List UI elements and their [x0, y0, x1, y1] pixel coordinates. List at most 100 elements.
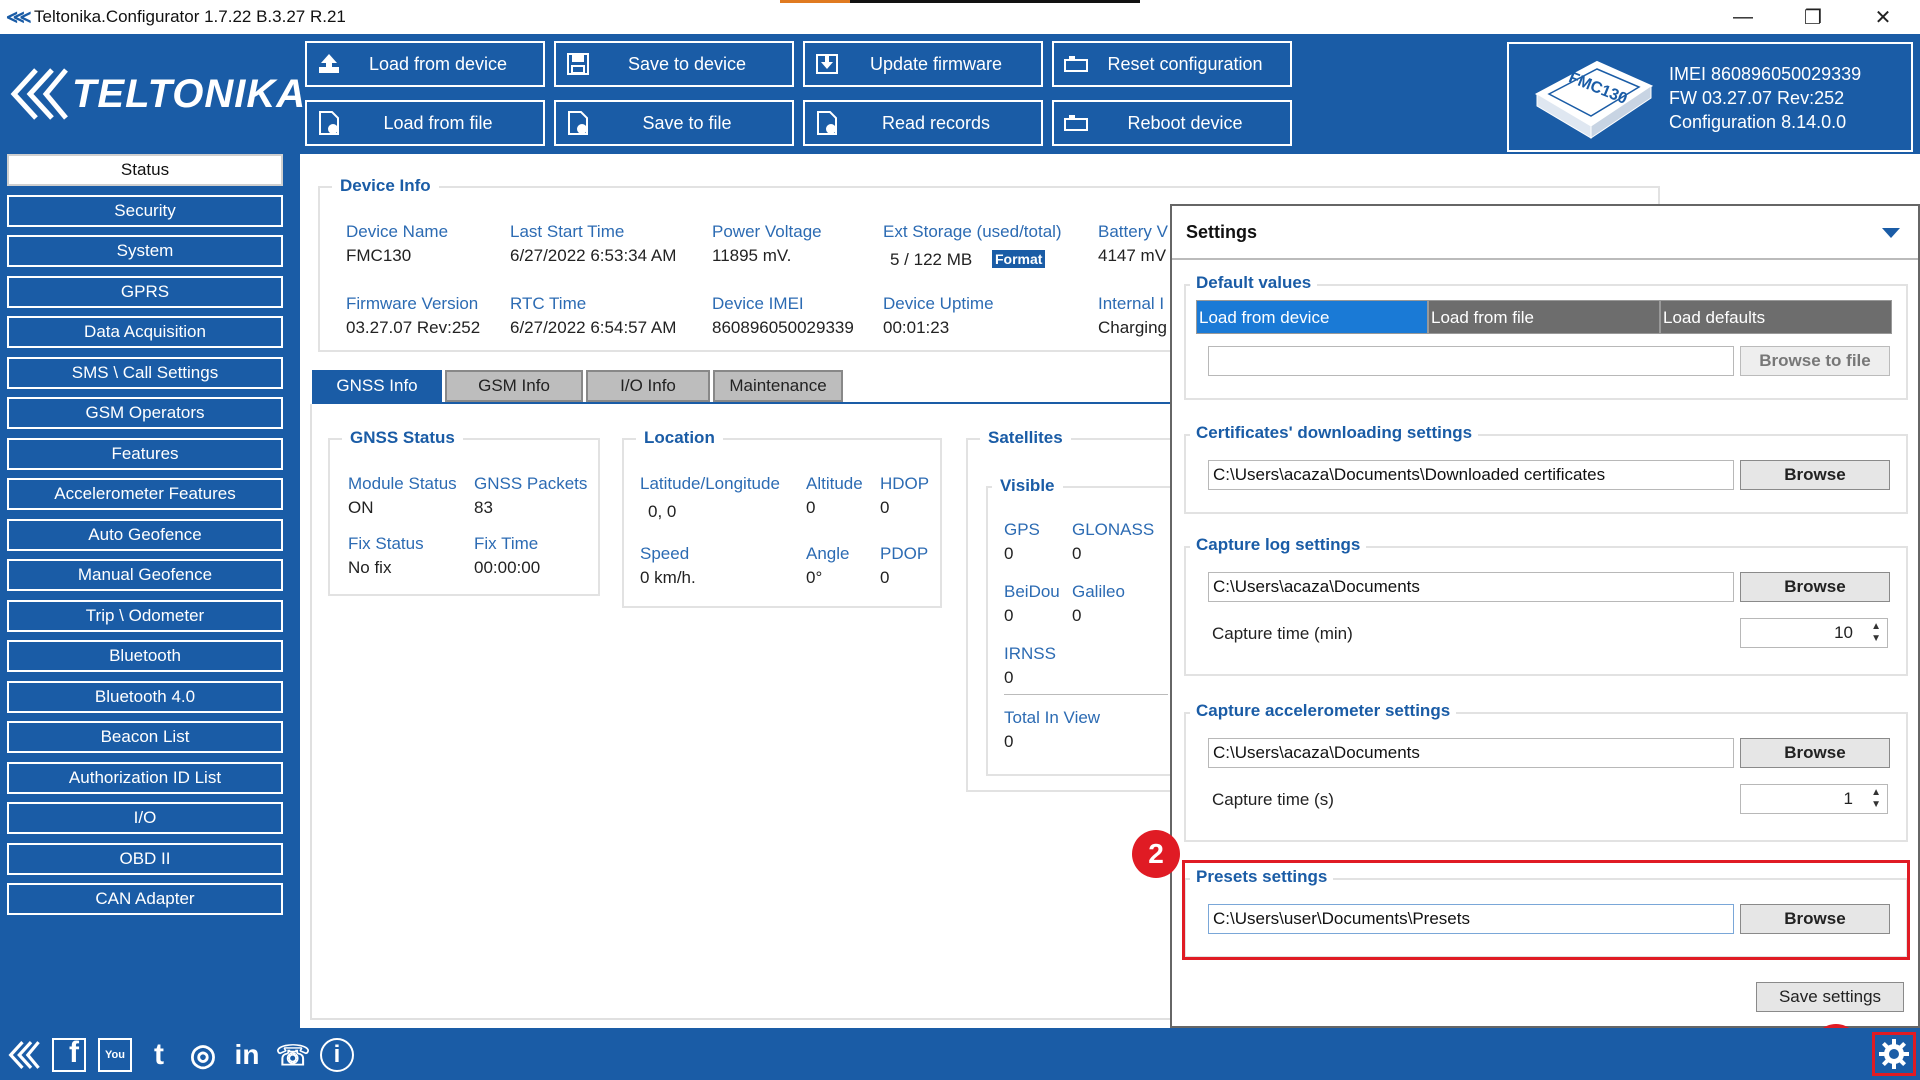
- capture-time-min-value: 10: [1834, 623, 1853, 642]
- facebook-icon[interactable]: f: [50, 1036, 88, 1074]
- capture-log-group: Capture log settings C:\Users\acaza\Docu…: [1184, 535, 1908, 676]
- browse-to-file-button[interactable]: Browse to file: [1740, 346, 1890, 376]
- sidebar-item-beacon-list[interactable]: Beacon List: [7, 721, 283, 753]
- capture-accel-path-input[interactable]: C:\Users\acaza\Documents: [1208, 738, 1734, 768]
- reboot-device-button[interactable]: Reboot device: [1052, 100, 1292, 146]
- sidebar-item-system[interactable]: System: [7, 235, 283, 267]
- load-from-file-button[interactable]: Load from file: [305, 100, 545, 146]
- stepper-arrows-icon[interactable]: ▲ ▼: [1871, 787, 1881, 811]
- firmware-download-icon: [813, 51, 841, 77]
- capture-log-path-input[interactable]: C:\Users\acaza\Documents: [1208, 572, 1734, 602]
- last-start-value: 6/27/2022 6:53:34 AM: [510, 246, 677, 265]
- minimize-button[interactable]: —: [1708, 0, 1778, 34]
- altitude-label: Altitude: [806, 474, 863, 493]
- firmware-value: 03.27.07 Rev:252: [346, 318, 481, 337]
- twitter-icon[interactable]: t: [140, 1036, 178, 1074]
- settings-header[interactable]: Settings: [1172, 206, 1918, 260]
- capture-accel-browse-button[interactable]: Browse: [1740, 738, 1890, 768]
- load-from-device-option[interactable]: Load from device: [1196, 300, 1428, 334]
- tab-gnss-info[interactable]: GNSS Info: [312, 370, 442, 402]
- tab-io-info[interactable]: I/O Info: [586, 370, 710, 402]
- device-imei-value: 860896050029339: [712, 318, 854, 337]
- step-2-badge: 2: [1132, 830, 1180, 878]
- instagram-icon[interactable]: ◎: [184, 1036, 222, 1074]
- reset-icon: [1062, 51, 1090, 77]
- capture-time-s-stepper[interactable]: 1 ▲ ▼: [1740, 784, 1888, 814]
- tab-maintenance[interactable]: Maintenance: [713, 370, 843, 402]
- capture-time-s-value: 1: [1843, 789, 1853, 808]
- default-file-path-input[interactable]: [1208, 346, 1734, 376]
- sidebar-item-obd-ii[interactable]: OBD II: [7, 842, 283, 875]
- sidebar-item-io[interactable]: I/O: [7, 802, 283, 834]
- uptime-label: Device Uptime: [883, 294, 994, 313]
- read-records-button[interactable]: Read records: [803, 100, 1043, 146]
- visible-title: Visible: [992, 476, 1063, 496]
- capture-log-browse-button[interactable]: Browse: [1740, 572, 1890, 602]
- sidebar-item-trip-odometer[interactable]: Trip \ Odometer: [7, 599, 283, 632]
- default-values-title: Default values: [1190, 273, 1318, 293]
- capture-log-title: Capture log settings: [1190, 535, 1367, 555]
- tab-gsm-info[interactable]: GSM Info: [445, 370, 583, 402]
- certificates-browse-button[interactable]: Browse: [1740, 460, 1890, 490]
- gnss-status-title: GNSS Status: [342, 428, 463, 448]
- latlon-label: Latitude/Longitude: [640, 474, 780, 493]
- sidebar-item-status[interactable]: Status: [7, 154, 283, 186]
- total-in-view-label: Total In View: [1004, 708, 1101, 727]
- teltonika-icon[interactable]: [4, 1036, 42, 1074]
- settings-gear-button[interactable]: [1872, 1032, 1916, 1076]
- sidebar-item-sms-call-settings[interactable]: SMS \ Call Settings: [7, 356, 283, 389]
- irnss-label: IRNSS: [1004, 644, 1056, 663]
- save-to-device-button[interactable]: Save to device: [554, 41, 794, 87]
- format-button[interactable]: Format: [992, 250, 1046, 268]
- save-to-file-button[interactable]: Save to file: [554, 100, 794, 146]
- latlon-value: 0, 0: [648, 502, 677, 521]
- sidebar-item-authorization-id-list[interactable]: Authorization ID List: [7, 761, 283, 794]
- capture-time-min-stepper[interactable]: 10 ▲ ▼: [1740, 618, 1888, 648]
- beidou-label: BeiDou: [1004, 582, 1060, 601]
- gps-label: GPS: [1004, 520, 1040, 539]
- forum-icon[interactable]: ☏: [274, 1036, 312, 1074]
- update-firmware-button[interactable]: Update firmware: [803, 41, 1043, 87]
- device-config-line: Configuration 8.14.0.0: [1669, 112, 1847, 132]
- battery-label: Battery V: [1098, 222, 1168, 241]
- gnss-packets-value: 83: [474, 498, 493, 517]
- collapse-arrow-icon[interactable]: [1882, 228, 1900, 238]
- upload-icon: [315, 51, 343, 77]
- youtube-icon[interactable]: You: [96, 1036, 134, 1074]
- device-image: FMC130: [1527, 54, 1655, 140]
- records-icon: [813, 110, 841, 136]
- sidebar-item-features[interactable]: Features: [7, 437, 283, 470]
- certificates-path-input[interactable]: C:\Users\acaza\Documents\Downloaded cert…: [1208, 460, 1734, 490]
- window-title: Teltonika.Configurator 1.7.22 B.3.27 R.2…: [34, 7, 346, 26]
- gear-icon: [1879, 1039, 1909, 1069]
- sidebar-item-can-adapter[interactable]: CAN Adapter: [7, 883, 283, 915]
- teltonika-logo: TELTONIKA: [6, 66, 306, 122]
- sidebar-item-data-acquisition[interactable]: Data Acquisition: [7, 316, 283, 348]
- sidebar-item-gprs[interactable]: GPRS: [7, 275, 283, 308]
- location-group: Location Latitude/Longitude 0, 0 Altitud…: [622, 428, 942, 608]
- device-info-title: Device Info: [332, 176, 439, 196]
- sidebar-item-gsm-operators[interactable]: GSM Operators: [7, 397, 283, 429]
- info-icon[interactable]: i: [318, 1036, 356, 1074]
- sidebar-item-bluetooth[interactable]: Bluetooth: [7, 640, 283, 672]
- sidebar-item-auto-geofence[interactable]: Auto Geofence: [7, 518, 283, 551]
- settings-title: Settings: [1186, 222, 1258, 242]
- glonass-value: 0: [1072, 544, 1082, 563]
- linkedin-icon[interactable]: in: [228, 1036, 266, 1074]
- maximize-button[interactable]: ❐: [1778, 0, 1848, 34]
- save-settings-button[interactable]: Save settings: [1756, 982, 1904, 1012]
- load-from-file-option[interactable]: Load from file: [1428, 300, 1660, 334]
- sidebar-item-manual-geofence[interactable]: Manual Geofence: [7, 559, 283, 591]
- angle-label: Angle: [806, 544, 850, 563]
- stepper-arrows-icon[interactable]: ▲ ▼: [1871, 621, 1881, 645]
- power-voltage-value: 11895 mV.: [712, 246, 792, 265]
- load-from-device-button[interactable]: Load from device: [305, 41, 545, 87]
- file-save-icon: [564, 110, 592, 136]
- sidebar-item-bluetooth-4[interactable]: Bluetooth 4.0: [7, 680, 283, 713]
- load-defaults-option[interactable]: Load defaults: [1660, 300, 1892, 334]
- reset-configuration-button[interactable]: Reset configuration: [1052, 41, 1292, 87]
- sidebar-item-security[interactable]: Security: [7, 194, 283, 227]
- sidebar-item-accelerometer-features[interactable]: Accelerometer Features: [7, 478, 283, 510]
- close-button[interactable]: ✕: [1848, 0, 1918, 34]
- floppy-icon: [564, 51, 592, 77]
